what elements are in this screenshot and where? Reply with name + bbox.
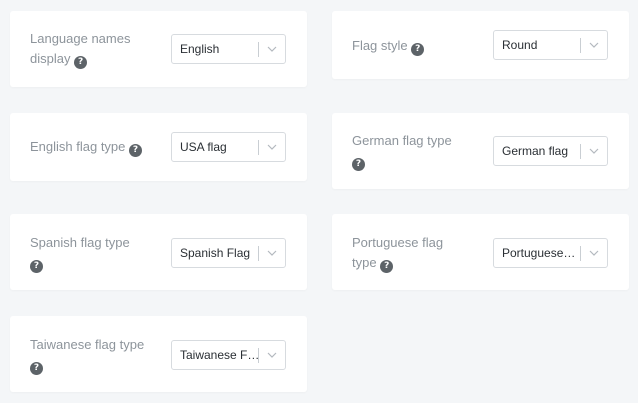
select-value: Round (502, 38, 538, 52)
setting-card-portuguese-flag-type: Portuguese flag type ? Portuguese Flag (332, 214, 629, 290)
setting-card-english-flag-type: English flag type ? USA flag (10, 113, 307, 181)
setting-label-text: English flag type (30, 139, 126, 154)
select-value: German flag (502, 144, 569, 158)
setting-card-language-names-display: Language names display ? English (10, 11, 307, 87)
help-icon[interactable]: ? (352, 158, 365, 171)
language-names-display-select[interactable]: English (171, 34, 286, 64)
select-value: Portuguese Flag (502, 246, 578, 260)
select-separator (258, 348, 259, 363)
help-icon[interactable]: ? (74, 56, 88, 69)
english-flag-type-select[interactable]: USA flag (171, 132, 286, 162)
chevron-down-icon (267, 352, 277, 358)
setting-label-line1: Language names (30, 31, 131, 46)
chevron-down-icon (589, 42, 599, 48)
help-icon[interactable]: ? (411, 43, 425, 56)
german-flag-type-select[interactable]: German flag (493, 136, 608, 166)
setting-card-taiwanese-flag-type: Taiwanese flag type ? Taiwanese Flag (10, 316, 307, 392)
setting-label: Spanish flag type ? (30, 233, 130, 273)
setting-card-flag-style: Flag style ? Round (332, 11, 629, 79)
select-separator (258, 140, 259, 155)
setting-label: German flag type ? (352, 131, 452, 171)
select-value: Spanish Flag (180, 246, 251, 260)
taiwanese-flag-type-select[interactable]: Taiwanese Flag (171, 340, 286, 370)
setting-label-text: Spanish flag type (30, 235, 130, 250)
setting-label-text: German flag type (352, 133, 452, 148)
portuguese-flag-type-select[interactable]: Portuguese Flag (493, 238, 608, 268)
setting-label: Flag style ? (352, 36, 425, 56)
setting-label: Portuguese flag type ? (352, 233, 443, 273)
setting-label-line1: Portuguese flag (352, 235, 444, 250)
help-icon[interactable]: ? (30, 260, 43, 273)
select-value: Taiwanese Flag (180, 348, 260, 362)
setting-label-text: Taiwanese flag type (30, 337, 145, 352)
setting-label-text: Flag style (352, 38, 408, 53)
setting-label: Language names display ? (30, 29, 130, 69)
setting-card-spanish-flag-type: Spanish flag type ? Spanish Flag (10, 214, 307, 290)
select-separator (258, 42, 259, 57)
setting-label-line2: display (30, 51, 71, 66)
help-icon[interactable]: ? (129, 144, 143, 157)
setting-label: Taiwanese flag type ? (30, 335, 144, 375)
flag-style-select[interactable]: Round (493, 30, 608, 60)
chevron-down-icon (267, 46, 277, 52)
help-icon[interactable]: ? (380, 260, 394, 273)
select-value: English (180, 42, 220, 56)
select-value: USA flag (180, 140, 227, 154)
setting-label-line2: type (352, 255, 377, 270)
setting-label: English flag type ? (30, 137, 143, 157)
chevron-down-icon (267, 144, 277, 150)
select-separator (258, 246, 259, 261)
select-separator (580, 38, 581, 53)
chevron-down-icon (589, 148, 599, 154)
chevron-down-icon (267, 250, 277, 256)
chevron-down-icon (589, 250, 599, 256)
spanish-flag-type-select[interactable]: Spanish Flag (171, 238, 286, 268)
select-separator (580, 144, 581, 159)
help-icon[interactable]: ? (30, 362, 43, 375)
select-separator (580, 246, 581, 261)
setting-card-german-flag-type: German flag type ? German flag (332, 113, 629, 189)
